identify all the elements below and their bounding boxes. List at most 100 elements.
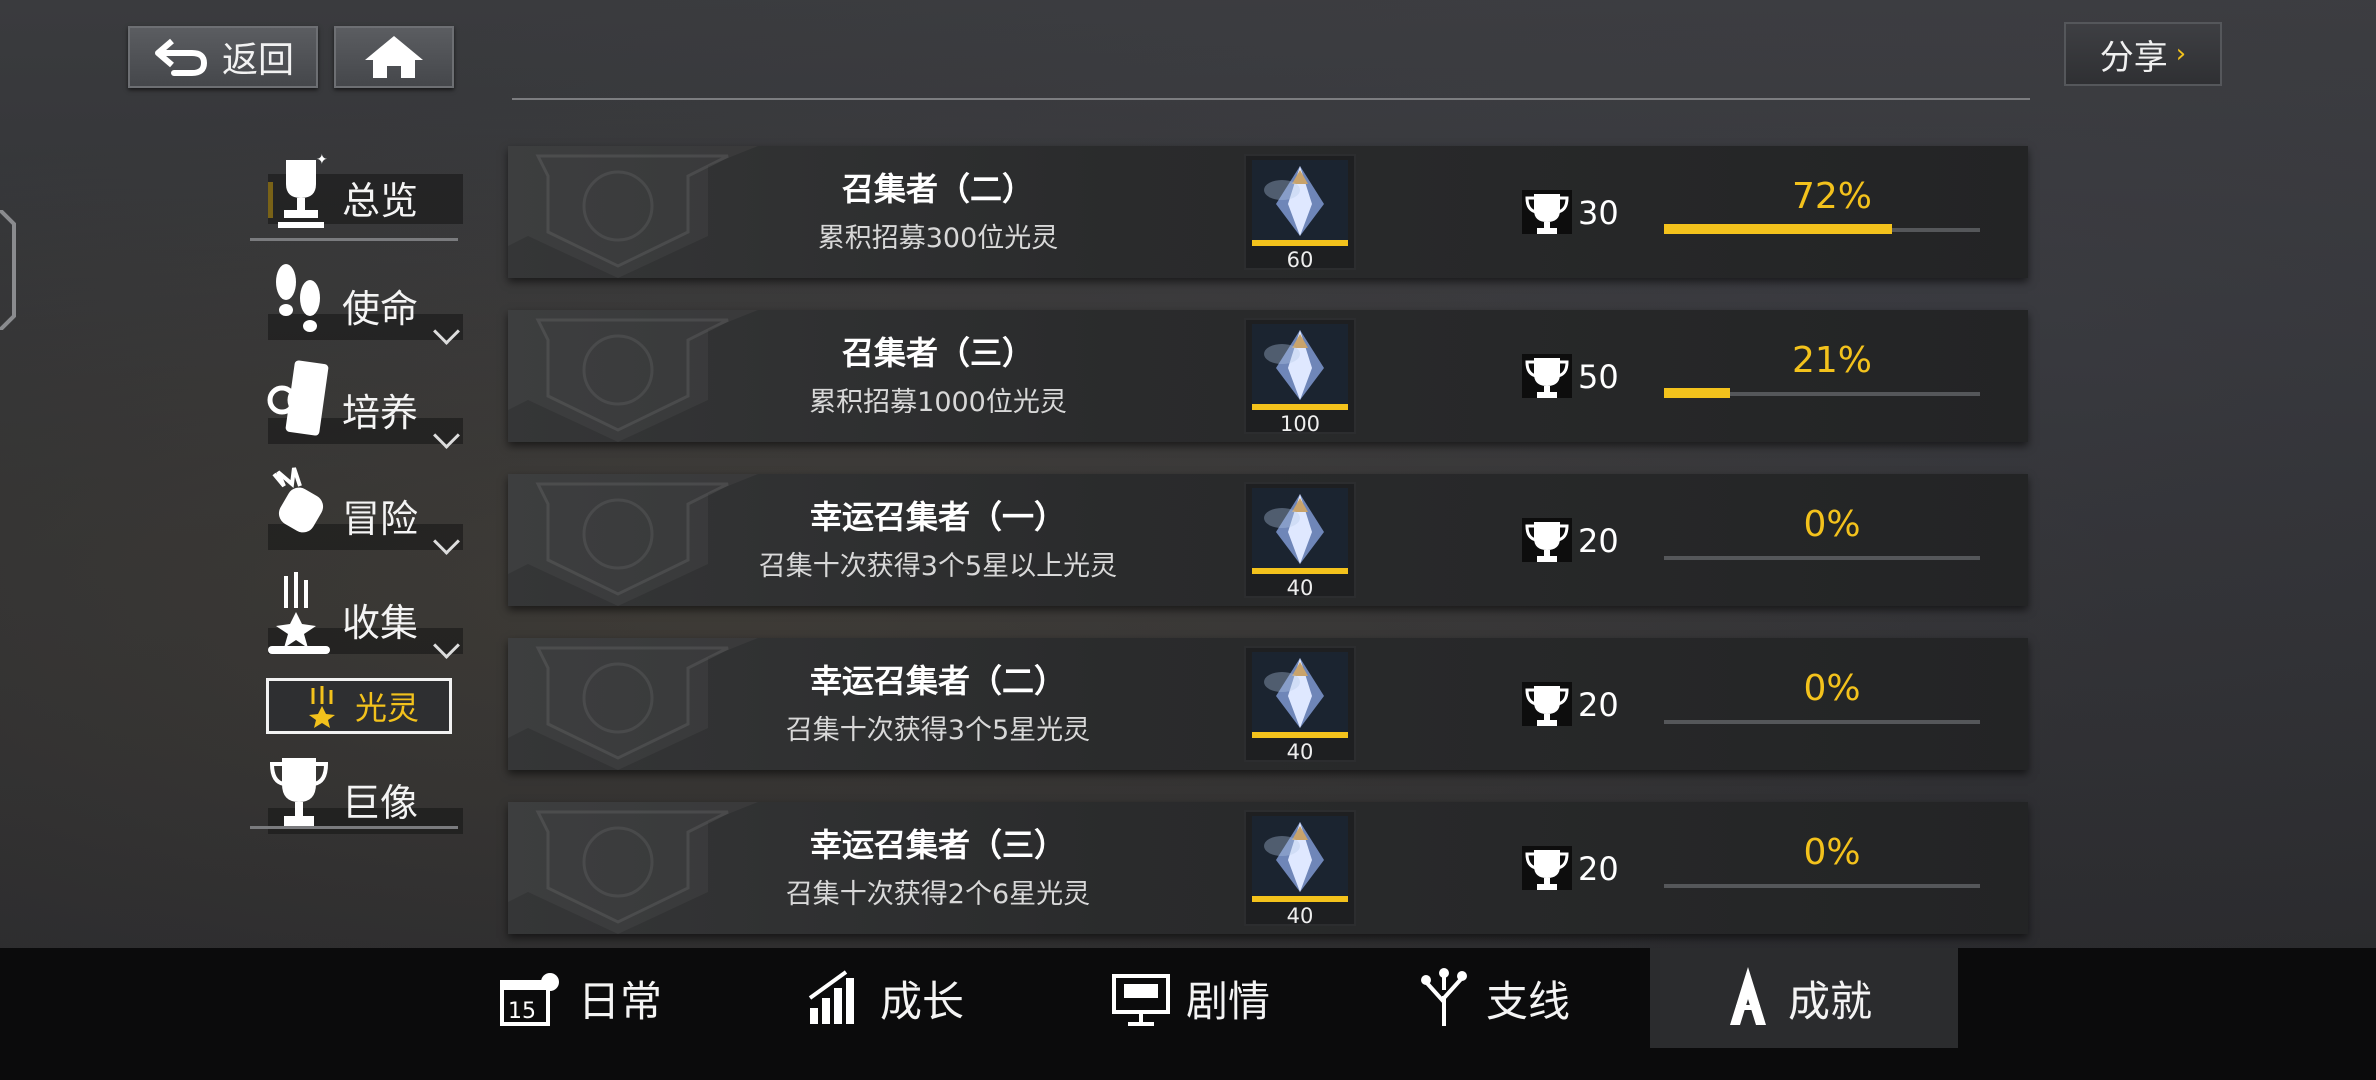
tab-achievement[interactable]: 成就 [1650, 948, 1958, 1048]
achievement-row[interactable]: 幸运召集者（三） 召集十次获得2个6星光灵 40 20 0% [508, 802, 2028, 934]
sidebar-item-cultivate[interactable]: 培养 [250, 358, 463, 449]
share-button[interactable]: 分享 › [2064, 22, 2222, 86]
sidebar-item-colossus-label: 巨像 [342, 781, 419, 825]
sidebar-item-cultivate-label: 培养 [342, 391, 419, 435]
progress-track [1664, 224, 1980, 234]
progress-percent: 21% [1791, 340, 1872, 381]
crystal-reward-icon [1252, 816, 1348, 896]
sidebar-divider [250, 238, 458, 241]
trophy-points-value: 20 [1578, 686, 1619, 724]
progress-fill [1664, 224, 1892, 234]
progress-percent: 0% [1803, 668, 1861, 709]
svg-text:15: 15 [508, 999, 536, 1024]
tab-daily[interactable]: 15 日常 [498, 948, 662, 1048]
header-divider [512, 98, 2030, 100]
sidebar-item-colossus[interactable]: 巨像 [250, 748, 463, 838]
growth-chart-icon [808, 970, 854, 1024]
reward-item[interactable]: 40 [1244, 810, 1356, 928]
achievement-desc: 累积招募1000位光灵 [809, 387, 1067, 418]
crystal-reward-icon [1252, 160, 1348, 240]
fist-burst-icon [272, 467, 324, 533]
progress-track [1664, 556, 1980, 560]
achievement-desc: 召集十次获得3个5星以上光灵 [758, 551, 1118, 582]
tab-daily-label: 日常 [578, 976, 663, 1026]
svg-text:✦: ✦ [316, 152, 328, 168]
reward-rarity-bar [1252, 404, 1348, 410]
achievement-title: 幸运召集者（三） [809, 826, 1066, 864]
achievement-desc: 召集十次获得3个5星光灵 [785, 715, 1091, 746]
achievement-title: 召集者（三） [841, 334, 1034, 372]
sidebar-item-mission-label: 使命 [342, 287, 419, 331]
achievement-title: 幸运召集者（二） [809, 662, 1066, 700]
chevron-right-icon: › [2175, 39, 2187, 69]
trophy-points-value: 50 [1578, 358, 1619, 396]
trophy-points-value: 20 [1578, 850, 1619, 888]
progress-percent: 0% [1803, 832, 1861, 873]
collect-icon [268, 572, 330, 654]
trophy-points-icon [1522, 846, 1572, 890]
achievement-row[interactable]: 召集者（二） 累积招募300位光灵 60 30 72% [508, 146, 2028, 278]
share-label: 分享 [2099, 37, 2168, 78]
reward-quantity: 100 [1279, 412, 1321, 436]
reward-item[interactable]: 40 [1244, 482, 1356, 600]
tab-branch[interactable]: 支线 [1416, 948, 1570, 1048]
side-handle-icon [0, 210, 16, 330]
back-button[interactable]: 返回 [128, 26, 318, 88]
trophy-points-value: 20 [1578, 522, 1619, 560]
trophy-points-icon [1522, 682, 1572, 726]
achievement-icon [1730, 967, 1766, 1025]
achievement-title: 召集者（二） [841, 170, 1034, 208]
achievement-row[interactable]: 幸运召集者（一） 召集十次获得3个5星以上光灵 40 20 0% [508, 474, 2028, 606]
cards-glasses-icon [267, 360, 329, 436]
progress-fill [1664, 388, 1731, 398]
sidebar-divider [250, 826, 458, 829]
reward-rarity-bar [1252, 896, 1348, 902]
reward-item[interactable]: 40 [1244, 646, 1356, 764]
sidebar-subitem-guangling[interactable]: 光灵 [266, 678, 452, 734]
back-arrow-icon [154, 38, 207, 76]
reward-quantity: 40 [1286, 576, 1314, 600]
achievement-row[interactable]: 幸运召集者（二） 召集十次获得3个5星光灵 40 20 0% [508, 638, 2028, 770]
trophy-points-icon [1522, 518, 1572, 562]
reward-rarity-bar [1252, 732, 1348, 738]
reward-rarity-bar [1252, 240, 1348, 246]
home-button[interactable] [334, 26, 454, 88]
achievement-desc: 累积招募300位光灵 [817, 223, 1059, 254]
progress-track [1664, 720, 1980, 724]
sidebar-item-overview-label: 总览 [342, 179, 419, 223]
trophy-points-value: 30 [1578, 194, 1619, 232]
reward-quantity: 60 [1286, 248, 1314, 272]
tab-story-label: 剧情 [1186, 976, 1271, 1026]
bottom-nav: 15 日常 成长 剧情 支线 成就 [0, 948, 2376, 1080]
reward-item[interactable]: 60 [1244, 154, 1356, 272]
trophy-points-icon [1522, 190, 1572, 234]
tab-story[interactable]: 剧情 [1110, 948, 1270, 1048]
sidebar-item-mission[interactable]: 使命 [250, 254, 463, 345]
sidebar-item-overview[interactable]: ✦ 总览 [250, 150, 463, 240]
home-icon [365, 36, 423, 78]
reward-quantity: 40 [1286, 904, 1314, 928]
progress-track [1664, 388, 1980, 398]
progress-percent: 0% [1803, 504, 1861, 545]
reward-item[interactable]: 100 [1244, 318, 1356, 436]
reward-quantity: 40 [1286, 740, 1314, 764]
crystal-reward-icon [1252, 324, 1348, 404]
achievement-desc: 召集十次获得2个6星光灵 [785, 879, 1091, 910]
tab-achievement-label: 成就 [1788, 976, 1873, 1026]
footprints-icon [276, 264, 320, 332]
tab-branch-label: 支线 [1486, 976, 1571, 1026]
achievement-row[interactable]: 召集者（三） 累积招募1000位光灵 100 50 21% [508, 310, 2028, 442]
story-monitor-icon [1112, 974, 1170, 1026]
guangling-sparkle-icon [308, 686, 335, 728]
calendar-icon: 15 [500, 973, 559, 1026]
sidebar-item-collect[interactable]: 收集 [250, 568, 463, 659]
tab-growth[interactable]: 成长 [806, 948, 964, 1048]
sidebar-item-adventure[interactable]: 冒险 [250, 464, 463, 555]
sidebar-subitem-guangling-label: 光灵 [354, 689, 419, 727]
progress-percent: 72% [1791, 176, 1872, 217]
trophy-icon [269, 758, 329, 826]
sidebar-item-collect-label: 收集 [342, 601, 419, 645]
trophy-points-icon [1522, 354, 1572, 398]
sidebar-item-adventure-label: 冒险 [342, 497, 419, 541]
achievement-title: 幸运召集者（一） [809, 498, 1066, 536]
